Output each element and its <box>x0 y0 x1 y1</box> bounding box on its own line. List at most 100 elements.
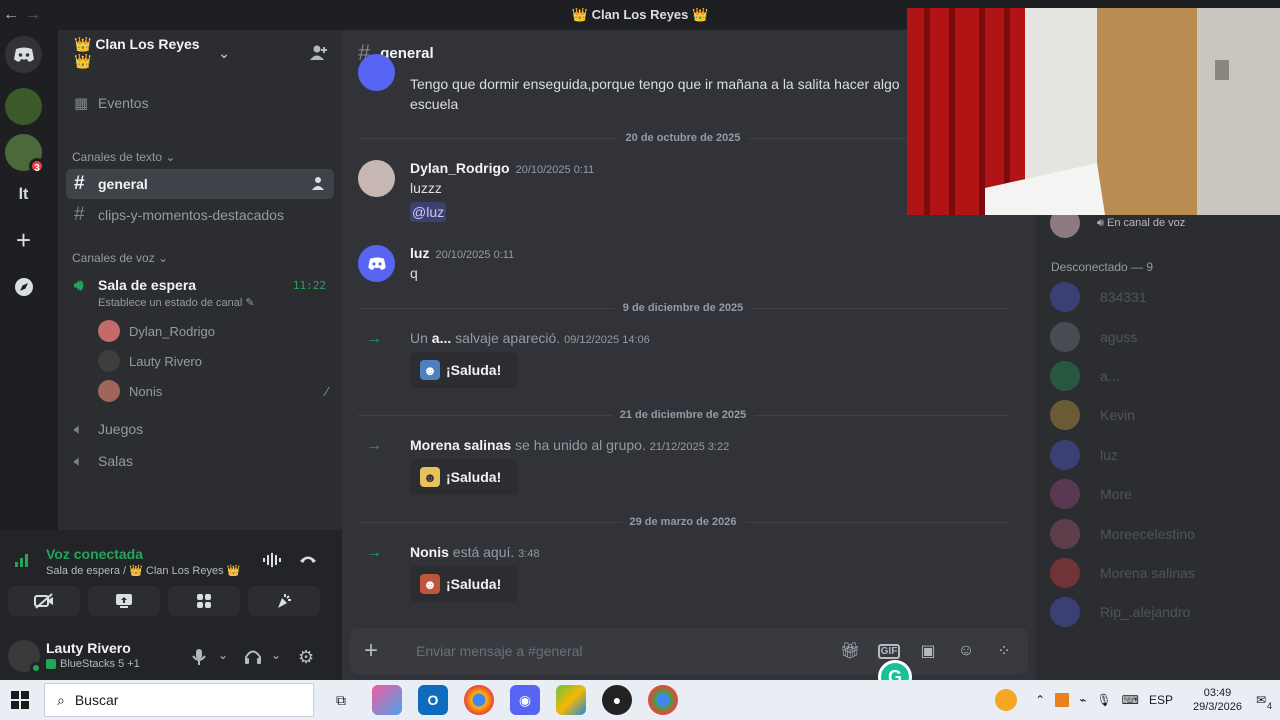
task-view-icon[interactable]: ⧉ <box>326 685 356 715</box>
sticker-icon[interactable]: ▣ <box>918 641 938 661</box>
author-name: Dylan_Rodrigo <box>410 160 510 176</box>
language-indicator[interactable]: ESP <box>1149 693 1173 707</box>
wave-label: ¡Saluda! <box>446 576 502 592</box>
screen-share-button[interactable] <box>88 586 160 616</box>
back-arrow-icon[interactable]: ← <box>0 6 22 24</box>
user-name[interactable]: Lauty Rivero <box>46 640 131 656</box>
gift-icon[interactable]: 🎁︎ <box>840 641 860 661</box>
message-composer[interactable]: + Enviar mensaje a #general 🎁︎ GIF ▣ ☺ ⁘ <box>350 628 1028 674</box>
voice-connected-status[interactable]: Voz conectada <box>46 546 143 562</box>
member-name: luz <box>1100 447 1118 463</box>
avatar[interactable] <box>358 245 395 282</box>
bluestacks-icon[interactable] <box>556 685 586 715</box>
disconnect-icon[interactable] <box>298 552 318 571</box>
message-author[interactable]: Dylan_Rodrigo 20/10/2025 0:11 <box>410 160 594 176</box>
voice-user-dylan[interactable]: Dylan_Rodrigo <box>98 318 215 344</box>
user-mention[interactable]: @luz <box>410 202 447 222</box>
guild-header[interactable]: 👑 Clan Los Reyes 👑 ⌄ <box>58 30 342 76</box>
system-user-name[interactable]: a... <box>432 330 451 346</box>
voice-channel-label: Salas <box>98 453 134 469</box>
member-item[interactable]: Kevin <box>1050 398 1135 432</box>
gif-icon[interactable]: GIF <box>878 643 900 659</box>
mic-options-chevron-icon[interactable]: ⌄ <box>218 648 228 662</box>
obs-icon[interactable]: ● <box>602 685 632 715</box>
attach-plus-icon[interactable]: + <box>364 637 404 665</box>
voice-channel-juegos[interactable]: 🔈︎ Juegos <box>66 414 334 444</box>
keyboard-icon[interactable]: ⌨ <box>1122 693 1139 707</box>
message-input[interactable]: Enviar mensaje a #general <box>404 643 822 659</box>
discord-app-icon[interactable]: ◉ <box>510 685 540 715</box>
tray-app-icon[interactable] <box>1055 693 1070 707</box>
taskbar-search[interactable]: ⌕ Buscar <box>44 683 314 717</box>
voice-channel-label: Juegos <box>98 421 144 437</box>
noise-suppression-icon[interactable] <box>262 552 282 573</box>
member-item[interactable]: Moreecelestino <box>1050 517 1195 551</box>
avatar <box>1050 519 1080 549</box>
camera-off-button[interactable] <box>8 586 80 616</box>
message-timestamp: 21/12/2025 3:22 <box>649 441 730 453</box>
member-item[interactable]: luz <box>1050 438 1118 472</box>
member-item[interactable]: aguss <box>1050 320 1137 354</box>
settings-gear-icon[interactable]: ⚙ <box>298 647 314 668</box>
invite-people-icon[interactable] <box>310 44 328 63</box>
avatar[interactable] <box>358 160 395 197</box>
system-user-name[interactable]: Nonis <box>410 544 449 560</box>
user-avatar[interactable] <box>8 640 42 674</box>
voice-status: 🔊︎ En canal de voz <box>1097 216 1186 229</box>
member-item[interactable]: More <box>1050 477 1132 511</box>
clock[interactable]: 03:49 29/3/2026 <box>1193 686 1242 714</box>
windows-start-icon[interactable] <box>0 691 40 709</box>
headphones-icon[interactable] <box>244 648 262 671</box>
voice-category-label: Canales de voz <box>72 251 155 265</box>
channel-general[interactable]: # general <box>66 169 334 199</box>
server-icon-2[interactable]: 3 <box>5 134 45 174</box>
voice-user-nonis[interactable]: Nonis ⁄ <box>98 378 328 404</box>
copilot-icon[interactable] <box>372 685 402 715</box>
member-item[interactable]: Morena salinas <box>1050 556 1195 590</box>
server-icon-1[interactable] <box>5 88 42 125</box>
channel-clips[interactable]: # clips-y-momentos-destacados <box>66 200 334 230</box>
emoji-icon[interactable]: ☺ <box>956 642 976 660</box>
server-icon-lt[interactable]: lt <box>5 176 42 213</box>
notification-center-icon[interactable]: ✉ 4 <box>1256 693 1272 711</box>
connection-signal-icon[interactable] <box>14 552 30 573</box>
wave-button[interactable]: ☻ ¡Saluda! <box>410 459 518 495</box>
system-user-name[interactable]: Morena salinas <box>410 437 511 453</box>
microphone-tray-icon[interactable]: 🎙︎ <box>1096 693 1111 707</box>
add-server-icon[interactable]: + <box>5 222 42 259</box>
join-arrow-icon: → <box>366 544 382 561</box>
wave-button[interactable]: ☻ ¡Saluda! <box>410 566 518 602</box>
text-channels-category[interactable]: Canales de texto ⌄ <box>72 150 175 164</box>
voice-channel-status[interactable]: Establece un estado de canal ✎ <box>98 296 255 309</box>
apps-icon[interactable]: ⁘ <box>994 641 1014 661</box>
soundboard-button[interactable] <box>248 586 320 616</box>
events-item[interactable]: ▦ Eventos <box>66 88 334 118</box>
forward-arrow-icon[interactable]: → <box>22 6 44 24</box>
voice-channel-salas[interactable]: 🔈︎ Salas <box>66 446 334 476</box>
wave-button[interactable]: ☻ ¡Saluda! <box>410 352 518 388</box>
outlook-icon[interactable]: O <box>418 685 448 715</box>
message-author[interactable]: luz 20/10/2025 0:11 <box>410 245 514 261</box>
activities-button[interactable] <box>168 586 240 616</box>
offline-header: Desconectado — 9 <box>1051 260 1154 274</box>
weather-icon[interactable] <box>995 689 1018 711</box>
voice-channels-category[interactable]: Canales de voz ⌄ <box>72 251 168 265</box>
voice-user-lauty[interactable]: Lauty Rivero <box>98 348 202 374</box>
member-item[interactable]: Rip_.alejandro <box>1050 595 1190 629</box>
member-item[interactable]: a... <box>1050 359 1119 393</box>
deafen-options-chevron-icon[interactable]: ⌄ <box>271 648 281 662</box>
chrome-profile-icon[interactable] <box>648 685 678 715</box>
voice-location[interactable]: Sala de espera / 👑 Clan Los Reyes 👑 <box>46 564 240 577</box>
voice-timer: 11:22 <box>292 278 326 292</box>
date-divider: 29 de marzo de 2026 <box>358 515 1009 529</box>
member-name: Kevin <box>1100 407 1136 423</box>
create-invite-icon[interactable] <box>312 176 326 193</box>
discord-home-icon[interactable] <box>5 36 42 73</box>
member-item[interactable]: 834331 <box>1050 280 1147 314</box>
microphone-icon[interactable] <box>192 648 206 671</box>
tray-chevron-up-icon[interactable]: ⌃ <box>1035 693 1045 707</box>
network-icon[interactable]: ⌁ <box>1079 693 1086 707</box>
chrome-icon[interactable] <box>464 685 494 715</box>
date-divider: 21 de diciembre de 2025 <box>358 408 1009 422</box>
explore-compass-icon[interactable] <box>5 268 42 305</box>
